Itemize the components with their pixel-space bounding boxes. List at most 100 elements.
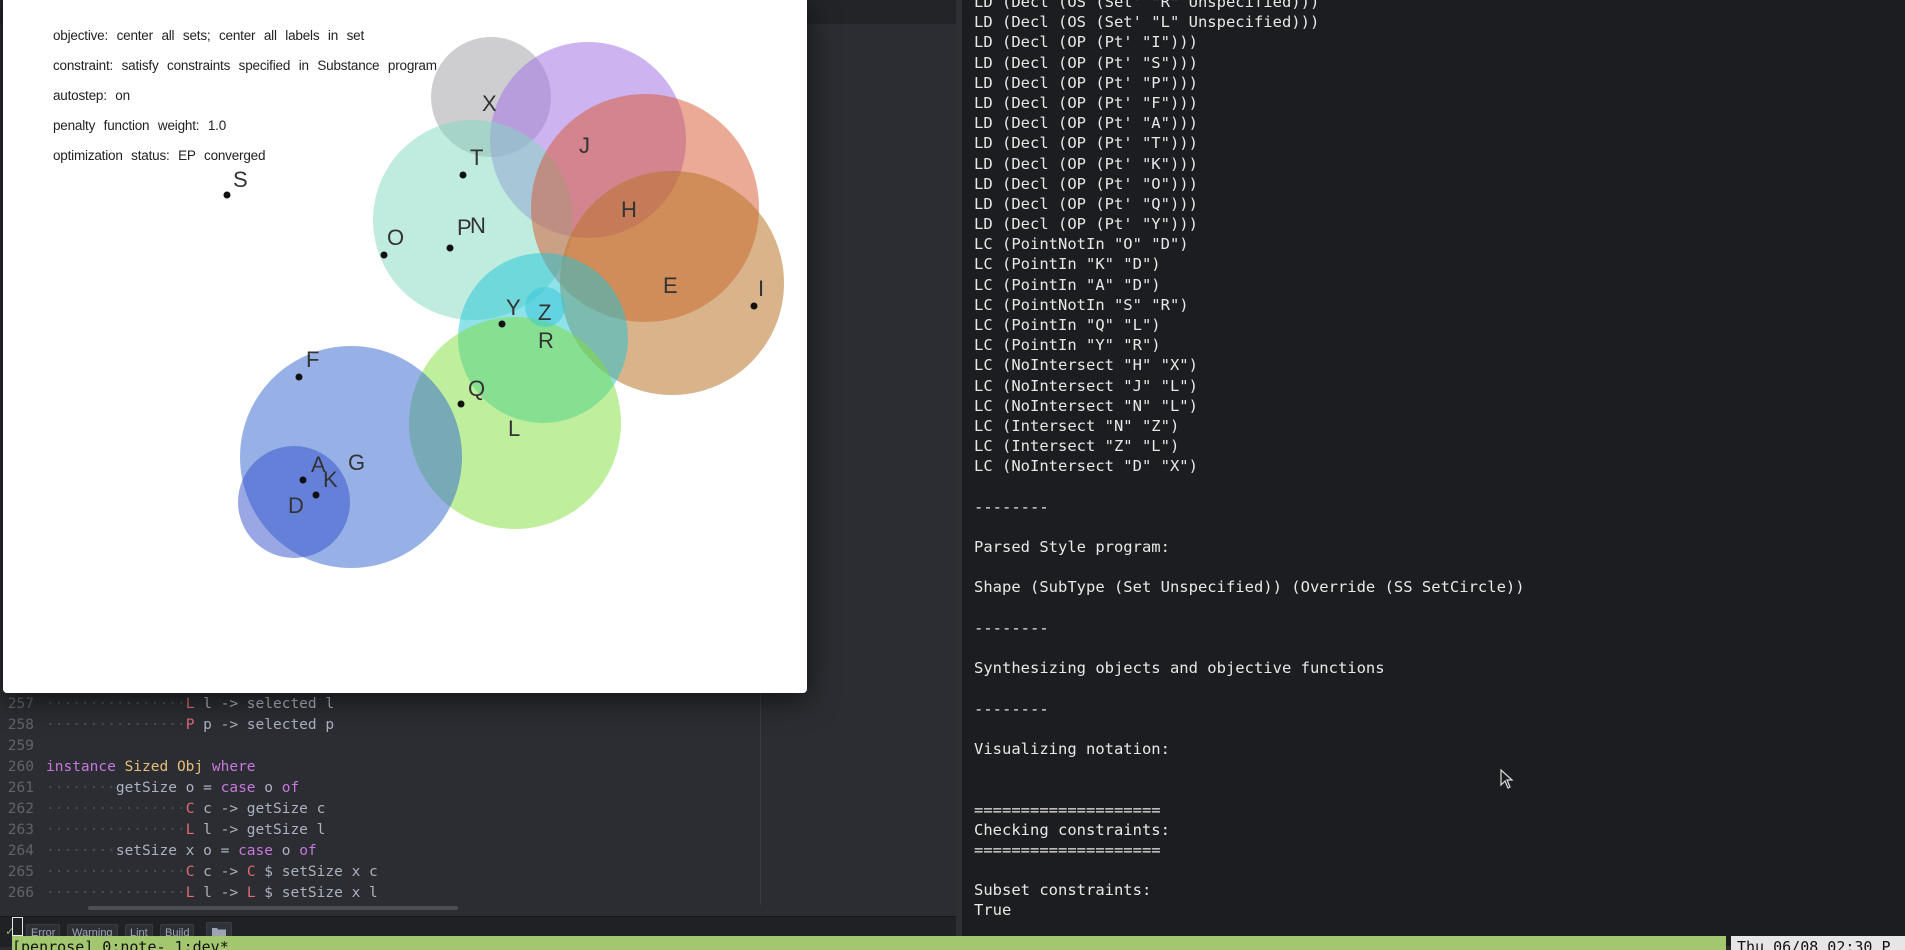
point-A: [299, 476, 307, 484]
terminal-line: LD (Decl (OP (Pt' "Y"))): [974, 215, 1198, 234]
code-token: getSize o =: [115, 780, 221, 796]
tmux-status-bar: [penrose] 0:note- 1:dev*: [12, 936, 1726, 950]
point-P: [446, 244, 454, 252]
label-E: E: [663, 273, 678, 298]
terminal-line: LC (NoIntersect "N" "L"): [974, 396, 1198, 415]
line-number: 263: [7, 822, 34, 838]
code-line[interactable]: 257 ················L l -> selected l: [0, 694, 956, 715]
label-X: X: [482, 91, 497, 116]
keyword-token: case: [238, 843, 273, 859]
terminal-line: LC (PointIn "K" "D"): [974, 255, 1161, 274]
indent-guide: ················: [46, 885, 186, 901]
point-S: [223, 191, 231, 199]
point-T: [459, 171, 467, 179]
autostep-status[interactable]: autostep: on: [53, 88, 130, 103]
terminal-line: LC (NoIntersect "H" "X"): [974, 356, 1198, 375]
terminal-line: LD (Decl (OS (Set' "R" Unspecified))): [974, 0, 1320, 11]
label-T: T: [470, 145, 483, 170]
terminal-line: Shape (SubType (Set Unspecified)) (Overr…: [974, 578, 1525, 597]
code-line[interactable]: 263 ················L l -> getSize l: [0, 820, 956, 841]
terminal-line: LD (Decl (OP (Pt' "A"))): [974, 114, 1198, 133]
code-line[interactable]: 260 instance Sized Obj where: [0, 757, 956, 778]
terminal-cursor: [12, 917, 23, 936]
indent-guide: ········: [46, 843, 116, 859]
code-line[interactable]: 262 ················C c -> getSize c: [0, 799, 956, 820]
code-token: p -> selected p: [194, 717, 335, 733]
line-number: 260: [7, 759, 34, 775]
terminal-line: ====================: [974, 800, 1161, 819]
line-number: 259: [7, 738, 34, 754]
keyword-token: of: [299, 843, 317, 859]
keyword-token: where: [211, 759, 256, 775]
code-token: setSize x o =: [115, 843, 239, 859]
terminal-line: --------: [974, 497, 1049, 516]
terminal-pane[interactable]: LD (Decl (OS (Set' "R" Unspecified))) LD …: [956, 0, 1905, 946]
terminal-line: Checking constraints:: [974, 820, 1170, 839]
label-H: H: [621, 197, 637, 222]
code-token: $ setSize x l: [255, 885, 378, 901]
label-F: F: [306, 347, 319, 372]
point-K: [312, 491, 320, 499]
line-number: 266: [7, 885, 34, 901]
indent-guide: ················: [46, 717, 186, 733]
terminal-line: LC (PointNotIn "S" "R"): [974, 295, 1189, 314]
code-line[interactable]: 259: [0, 736, 956, 757]
point-Q: [457, 400, 465, 408]
indent-guide: ········: [46, 780, 116, 796]
code-line[interactable]: 264 ········setSize x o = case o of: [0, 841, 956, 862]
line-number: 261: [7, 780, 34, 796]
indent-guide: ················: [46, 696, 186, 712]
type-token: Sized Obj: [115, 759, 212, 775]
terminal-line: --------: [974, 618, 1049, 637]
label-N: N: [470, 213, 486, 238]
horizontal-scrollbar[interactable]: [88, 906, 458, 910]
tmux-clock: Thu 06/08 02:30 P: [1731, 936, 1905, 950]
label-Z: Z: [538, 300, 551, 325]
code-line[interactable]: 266 ················L l -> L $ setSize x …: [0, 883, 956, 904]
label-O: O: [387, 225, 404, 250]
optimization-status: optimization status: EP converged: [53, 148, 266, 163]
code-token: o: [255, 780, 282, 796]
indent-guide: ················: [46, 801, 186, 817]
indent-guide: ················: [46, 822, 186, 838]
code-lines[interactable]: 257 ················L l -> selected l 258 ·…: [0, 694, 956, 904]
code-line[interactable]: 265 ················C c -> C $ setSize x …: [0, 862, 956, 883]
keyword-token: of: [281, 780, 300, 796]
label-G: G: [348, 450, 365, 475]
constructor-token: L: [246, 885, 256, 901]
code-token: c ->: [194, 864, 247, 880]
penrose-canvas-window[interactable]: X J T H O N E I Y Z R F Q L A G K D S P …: [3, 0, 807, 693]
label-R: R: [538, 328, 554, 353]
line-number: 264: [7, 843, 34, 859]
label-D: D: [288, 493, 304, 518]
line-number: 265: [7, 864, 34, 880]
label-L: L: [508, 416, 520, 441]
line-number: 258: [7, 717, 34, 733]
indent-guide: ················: [46, 864, 186, 880]
terminal-line: LD (Decl (OP (Pt' "K"))): [974, 154, 1198, 173]
code-line[interactable]: 261 ········getSize o = case o of: [0, 778, 956, 799]
terminal-line: LC (NoIntersect "J" "L"): [974, 376, 1198, 395]
label-S: S: [233, 167, 248, 192]
code-line[interactable]: 258 ················P p -> selected p: [0, 715, 956, 736]
terminal-line: LD (Decl (OS (Set' "L" Unspecified))): [974, 13, 1320, 32]
terminal-line: LD (Decl (OP (Pt' "T"))): [974, 134, 1198, 153]
terminal-line: LD (Decl (OP (Pt' "S"))): [974, 53, 1198, 72]
terminal-line: Subset constraints:: [974, 881, 1152, 900]
venn-diagram: X J T H O N E I Y Z R F Q L A G K D S P: [223, 37, 784, 568]
label-P: P: [457, 215, 472, 240]
penalty-weight-status: penalty function weight: 1.0: [53, 118, 227, 133]
terminal-line: LC (Intersect "N" "Z"): [974, 416, 1180, 435]
terminal-line: --------: [974, 699, 1049, 718]
terminal-line: LD (Decl (OP (Pt' "F"))): [974, 93, 1198, 112]
terminal-line: LC (PointNotIn "O" "D"): [974, 235, 1189, 254]
point-Y: [498, 320, 506, 328]
code-token: c -> getSize c: [194, 801, 326, 817]
